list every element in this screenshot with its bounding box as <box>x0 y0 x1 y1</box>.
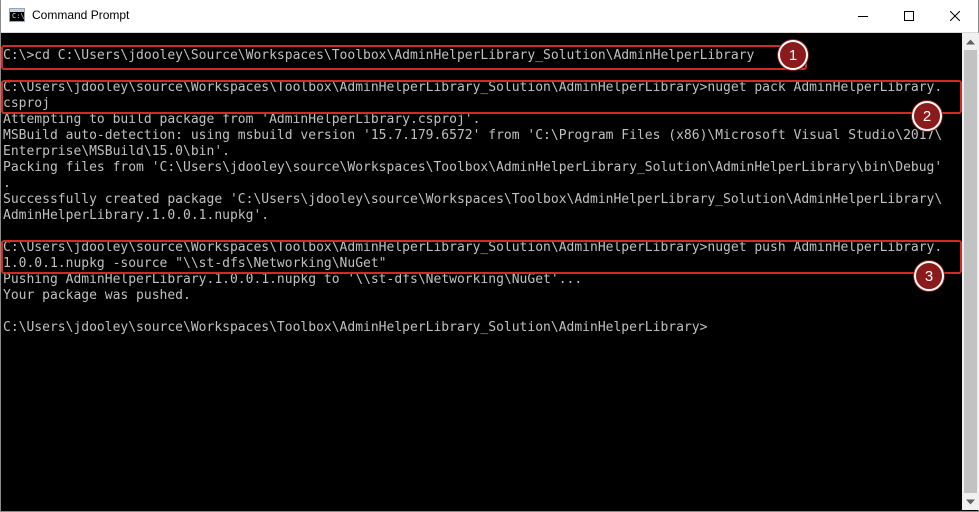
minimize-icon <box>858 15 868 17</box>
minimize-button[interactable] <box>840 0 886 31</box>
cmd-icon-glyph: C:\ <box>12 12 25 20</box>
cmd-icon[interactable]: C:\ <box>9 8 25 22</box>
console-line: Enterprise\MSBuild\15.0\bin'. <box>3 144 230 159</box>
scrollbar-thumb[interactable] <box>964 50 977 493</box>
callout-badge-1: 1 <box>778 40 808 70</box>
console-line: Successfully created package 'C:\Users\j… <box>3 192 943 207</box>
scroll-up-button[interactable] <box>962 33 979 50</box>
console-line: Your package was pushed. <box>3 288 191 303</box>
console-line: . <box>3 176 11 191</box>
scroll-down-arrow-icon <box>966 499 975 504</box>
maximize-icon <box>904 10 914 21</box>
console-line: MSBuild auto-detection: using msbuild ve… <box>3 128 943 143</box>
title-bar[interactable]: C:\ Command Prompt <box>1 0 978 33</box>
highlight-box-nuget-pack <box>1 80 962 114</box>
console-line: Packing files from 'C:\Users\jdooley\sou… <box>3 160 943 175</box>
close-icon <box>950 10 960 21</box>
highlight-box-cd-command <box>1 45 807 70</box>
console-line: C:\Users\jdooley\source\Workspaces\Toolb… <box>3 320 708 335</box>
callout-badge-2: 2 <box>912 101 942 131</box>
console-line: Pushing AdminHelperLibrary.1.0.0.1.nupkg… <box>3 272 583 287</box>
vertical-scrollbar[interactable] <box>962 33 979 510</box>
highlight-box-nuget-push <box>1 240 962 274</box>
console-line: AdminHelperLibrary.1.0.0.1.nupkg'. <box>3 208 270 223</box>
console-line: Attempting to build package from 'AdminH… <box>3 112 481 127</box>
window-title: Command Prompt <box>32 8 130 22</box>
maximize-button[interactable] <box>886 0 932 31</box>
close-button[interactable] <box>932 0 978 31</box>
scroll-up-arrow-icon <box>966 39 975 44</box>
command-prompt-window: C:\ Command Prompt C:\>cd C:\Users\jdool… <box>0 0 979 512</box>
callout-badge-3: 3 <box>914 261 944 291</box>
scroll-down-button[interactable] <box>962 493 979 510</box>
